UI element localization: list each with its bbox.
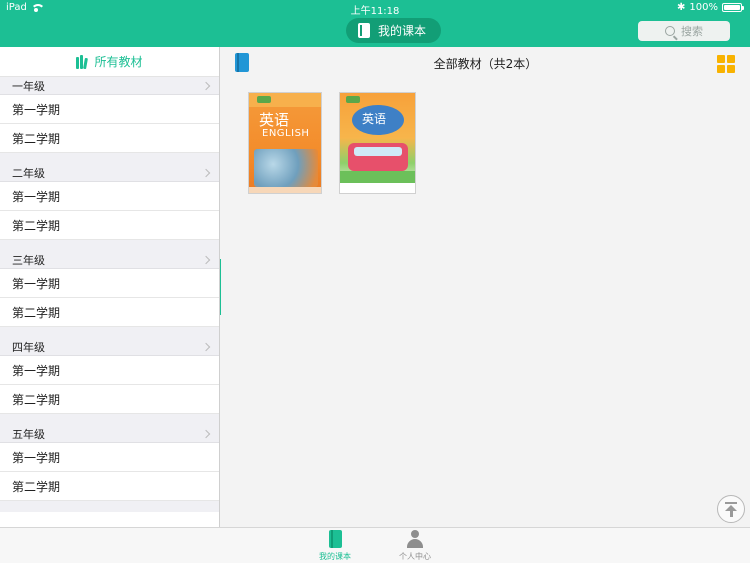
- tab-bar: 我的课本 个人中心: [0, 527, 750, 563]
- grade-1-term-2[interactable]: 第二学期: [0, 124, 219, 153]
- grade-1-term-1[interactable]: 第一学期: [0, 95, 219, 124]
- book-title: 英语: [362, 112, 387, 126]
- grade-label: 三年级: [12, 253, 45, 267]
- book-subtitle: ENGLISH: [262, 128, 310, 139]
- grade-3-term-2[interactable]: 第二学期: [0, 298, 219, 327]
- grade-label: 五年级: [12, 427, 45, 441]
- status-bar: iPad 上午11:18 ✱ 100%: [0, 0, 750, 17]
- chevron-right-icon: [201, 255, 211, 264]
- search-icon: [665, 26, 675, 36]
- grade-5-header[interactable]: 五年级: [0, 425, 219, 443]
- grade-3-term-1[interactable]: 第一学期: [0, 269, 219, 298]
- cover-bus-illustration: [348, 143, 408, 171]
- book-cover-english-1[interactable]: 英语 ENGLISH: [248, 92, 322, 194]
- publisher-seal-icon: [346, 96, 360, 103]
- status-time: 上午11:18: [350, 6, 400, 17]
- nav-title: 我的课本: [378, 24, 427, 38]
- chevron-right-icon: [201, 429, 211, 438]
- chevron-right-icon: [201, 342, 211, 351]
- person-icon: [406, 530, 424, 548]
- grade-4-header[interactable]: 四年级: [0, 338, 219, 356]
- books-icon: [76, 54, 89, 69]
- book-icon: [358, 23, 370, 38]
- grade-3-header[interactable]: 三年级: [0, 251, 219, 269]
- book-title: 英语: [259, 111, 290, 129]
- tab-label: 我的课本: [319, 552, 351, 561]
- publisher-seal-icon: [257, 96, 271, 103]
- grade-2-header[interactable]: 二年级: [0, 164, 219, 182]
- top-bar: iPad 上午11:18 ✱ 100% 我的课本 搜索: [0, 0, 750, 47]
- book-cover-english-2[interactable]: 英语: [339, 92, 416, 194]
- sidebar: 所有教材 一年级 第一学期 第二学期 二年级 第一学期 第二学期 三年级 第一学…: [0, 47, 220, 527]
- grade-label: 二年级: [12, 166, 45, 180]
- main-title: 全部教材（共2本）: [433, 57, 538, 71]
- tab-label: 个人中心: [399, 552, 431, 561]
- grade-2-term-1[interactable]: 第一学期: [0, 182, 219, 211]
- nav-title-button[interactable]: 我的课本: [346, 18, 441, 43]
- grade-4-term-1[interactable]: 第一学期: [0, 356, 219, 385]
- grade-label: 四年级: [12, 340, 45, 354]
- grade-label: 一年级: [12, 79, 45, 93]
- grade-4-term-2[interactable]: 第二学期: [0, 385, 219, 414]
- battery-percent: 100%: [689, 2, 718, 13]
- grade-5-term-2[interactable]: 第二学期: [0, 472, 219, 501]
- bluetooth-icon: ✱: [677, 2, 686, 13]
- search-field[interactable]: 搜索: [638, 21, 730, 41]
- battery-icon: [722, 3, 744, 12]
- chevron-right-icon: [201, 168, 211, 177]
- cover-illustration: [254, 149, 318, 187]
- search-placeholder: 搜索: [681, 25, 703, 38]
- sidebar-header[interactable]: 所有教材: [0, 47, 219, 77]
- grade-1-header[interactable]: 一年级: [0, 77, 219, 95]
- scroll-to-top-button[interactable]: [717, 495, 745, 523]
- sidebar-header-label: 所有教材: [94, 55, 143, 69]
- main-header: 全部教材（共2本）: [221, 47, 750, 79]
- main-content: 全部教材（共2本） 英语 ENGLISH 英语: [221, 47, 750, 527]
- tab-personal-center[interactable]: 个人中心: [385, 530, 445, 562]
- chevron-right-icon: [201, 81, 211, 90]
- grade-5-term-1[interactable]: 第一学期: [0, 443, 219, 472]
- grid-view-icon[interactable]: [717, 55, 735, 73]
- tab-my-textbooks[interactable]: 我的课本: [305, 530, 365, 562]
- grade-2-term-2[interactable]: 第二学期: [0, 211, 219, 240]
- book-icon: [328, 530, 342, 548]
